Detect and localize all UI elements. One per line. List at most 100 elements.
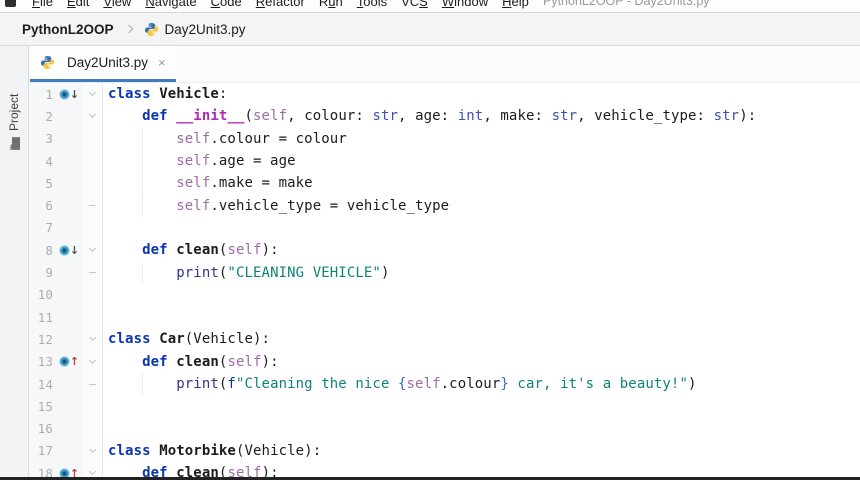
line-number: 14	[29, 373, 56, 395]
code-line-13[interactable]: def clean(self):	[103, 354, 860, 370]
line-number: 15	[29, 395, 56, 417]
overriding-method-gutter-icon[interactable]: ↑	[56, 351, 83, 373]
gutter-spacer	[56, 440, 83, 462]
menu-item-window[interactable]: Window	[435, 0, 495, 13]
app-icon	[5, 0, 16, 7]
line-number: 2	[29, 105, 56, 127]
line-number: 17	[29, 440, 56, 462]
overriding-method-gutter-icon[interactable]: ↑	[56, 462, 83, 477]
main-area: Project Day2Unit3.py × 1↓class Vehicle:2…	[0, 46, 860, 477]
menu-item-navigate[interactable]: Navigate	[138, 0, 203, 13]
fold-spacer	[83, 417, 103, 439]
code-token	[168, 108, 177, 124]
fold-start-marker[interactable]	[83, 351, 103, 373]
code-line-18[interactable]: def clean(self):	[103, 465, 860, 477]
editor-line: 12 class Car(Vehicle):	[29, 328, 860, 350]
fold-end-marker[interactable]	[83, 194, 103, 216]
fold-spacer	[83, 128, 103, 150]
fold-end-marker[interactable]	[83, 373, 103, 395]
folder-icon	[9, 137, 20, 150]
code-token: self	[176, 153, 210, 169]
code-token: ):	[262, 242, 279, 258]
menu-item-file[interactable]: File	[25, 0, 60, 13]
code-token: str	[714, 108, 740, 124]
code-token: }	[500, 376, 509, 392]
fold-start-marker[interactable]	[83, 105, 103, 127]
code-token: .vehicle_type = vehicle_type	[210, 198, 449, 214]
menu-item-view[interactable]: View	[96, 0, 138, 13]
code-editor[interactable]: 1↓class Vehicle:2 def __init__(self, col…	[29, 83, 860, 477]
menu-item-vcs[interactable]: VCS	[394, 0, 435, 13]
menu-item-tools[interactable]: Tools	[350, 0, 394, 13]
fold-start-marker[interactable]	[83, 462, 103, 477]
code-token: str	[552, 108, 578, 124]
code-token: clean	[176, 465, 219, 477]
editor-line: 15	[29, 395, 860, 417]
line-number: 5	[29, 172, 56, 194]
fold-start-marker[interactable]	[83, 239, 103, 261]
code-line-9[interactable]: print("CLEANING VEHICLE")	[103, 265, 860, 281]
project-tool-window-button[interactable]: Project	[4, 64, 24, 150]
fold-spacer	[83, 172, 103, 194]
window-title: PythonL2OOP - Day2Unit3.py	[543, 0, 710, 13]
code-token: )	[381, 265, 390, 281]
breadcrumb-project[interactable]: PythonL2OOP	[22, 22, 114, 37]
fold-start-marker[interactable]	[83, 328, 103, 350]
fold-spacer	[83, 284, 103, 306]
gutter-spacer	[56, 261, 83, 283]
code-token	[168, 354, 177, 370]
gutter-spacer	[56, 373, 83, 395]
breadcrumb: PythonL2OOP Day2Unit3.py	[0, 13, 860, 46]
code-token: class	[108, 331, 151, 347]
code-line-14[interactable]: print(f"Cleaning the nice {self.colour} …	[103, 376, 860, 392]
editor-line: 14 print(f"Cleaning the nice {self.colou…	[29, 373, 860, 395]
code-token: def	[142, 242, 168, 258]
menu-item-help[interactable]: Help	[495, 0, 536, 13]
overridden-method-gutter-icon[interactable]: ↓	[56, 83, 83, 105]
gutter-spacer	[56, 217, 83, 239]
code-line-12[interactable]: class Car(Vehicle):	[103, 331, 860, 347]
code-token	[151, 331, 160, 347]
fold-spacer	[83, 306, 103, 328]
code-line-4[interactable]: self.age = age	[103, 153, 860, 169]
fold-start-marker[interactable]	[83, 440, 103, 462]
line-number: 13	[29, 351, 56, 373]
code-token: self	[253, 108, 287, 124]
menu-item-run[interactable]: Run	[312, 0, 350, 13]
editor-line: 17 class Motorbike(Vehicle):	[29, 440, 860, 462]
code-token: clean	[176, 354, 219, 370]
gutter-spacer	[56, 128, 83, 150]
code-token: __init__	[176, 108, 244, 124]
code-line-5[interactable]: self.make = make	[103, 175, 860, 191]
menu-item-code[interactable]: Code	[204, 0, 249, 13]
menu-bar: FileEditViewNavigateCodeRefactorRunTools…	[0, 0, 860, 13]
code-token: def	[142, 465, 168, 477]
code-line-6[interactable]: self.vehicle_type = vehicle_type	[103, 198, 860, 214]
editor-line: 2 def __init__(self, colour: str, age: i…	[29, 105, 860, 127]
gutter-spacer	[56, 172, 83, 194]
code-token: , make:	[483, 108, 551, 124]
menu-items: FileEditViewNavigateCodeRefactorRunTools…	[25, 0, 536, 13]
overridden-method-gutter-icon[interactable]: ↓	[56, 239, 83, 261]
menu-item-edit[interactable]: Edit	[60, 0, 96, 13]
code-line-17[interactable]: class Motorbike(Vehicle):	[103, 443, 860, 459]
code-line-2[interactable]: def __init__(self, colour: str, age: int…	[103, 108, 860, 124]
code-token: self	[227, 242, 261, 258]
line-number: 6	[29, 194, 56, 216]
editor-line: 16	[29, 417, 860, 439]
tab-day2unit3[interactable]: Day2Unit3.py ×	[30, 46, 176, 82]
line-number: 12	[29, 328, 56, 350]
menu-item-refactor[interactable]: Refactor	[249, 0, 312, 13]
code-line-8[interactable]: def clean(self):	[103, 242, 860, 258]
fold-end-marker[interactable]	[83, 261, 103, 283]
code-line-3[interactable]: self.colour = colour	[103, 131, 860, 147]
editor-line: 8↓ def clean(self):	[29, 239, 860, 261]
fold-start-marker[interactable]	[83, 83, 103, 105]
tab-close-icon[interactable]: ×	[158, 56, 166, 69]
code-token: car, it's a beauty!"	[509, 376, 688, 392]
breadcrumb-file[interactable]: Day2Unit3.py	[165, 22, 246, 37]
code-line-1[interactable]: class Vehicle:	[103, 86, 860, 102]
tab-label: Day2Unit3.py	[67, 55, 148, 70]
editor-line: 13↑ def clean(self):	[29, 351, 860, 373]
breadcrumb-chevron-icon	[124, 25, 132, 33]
